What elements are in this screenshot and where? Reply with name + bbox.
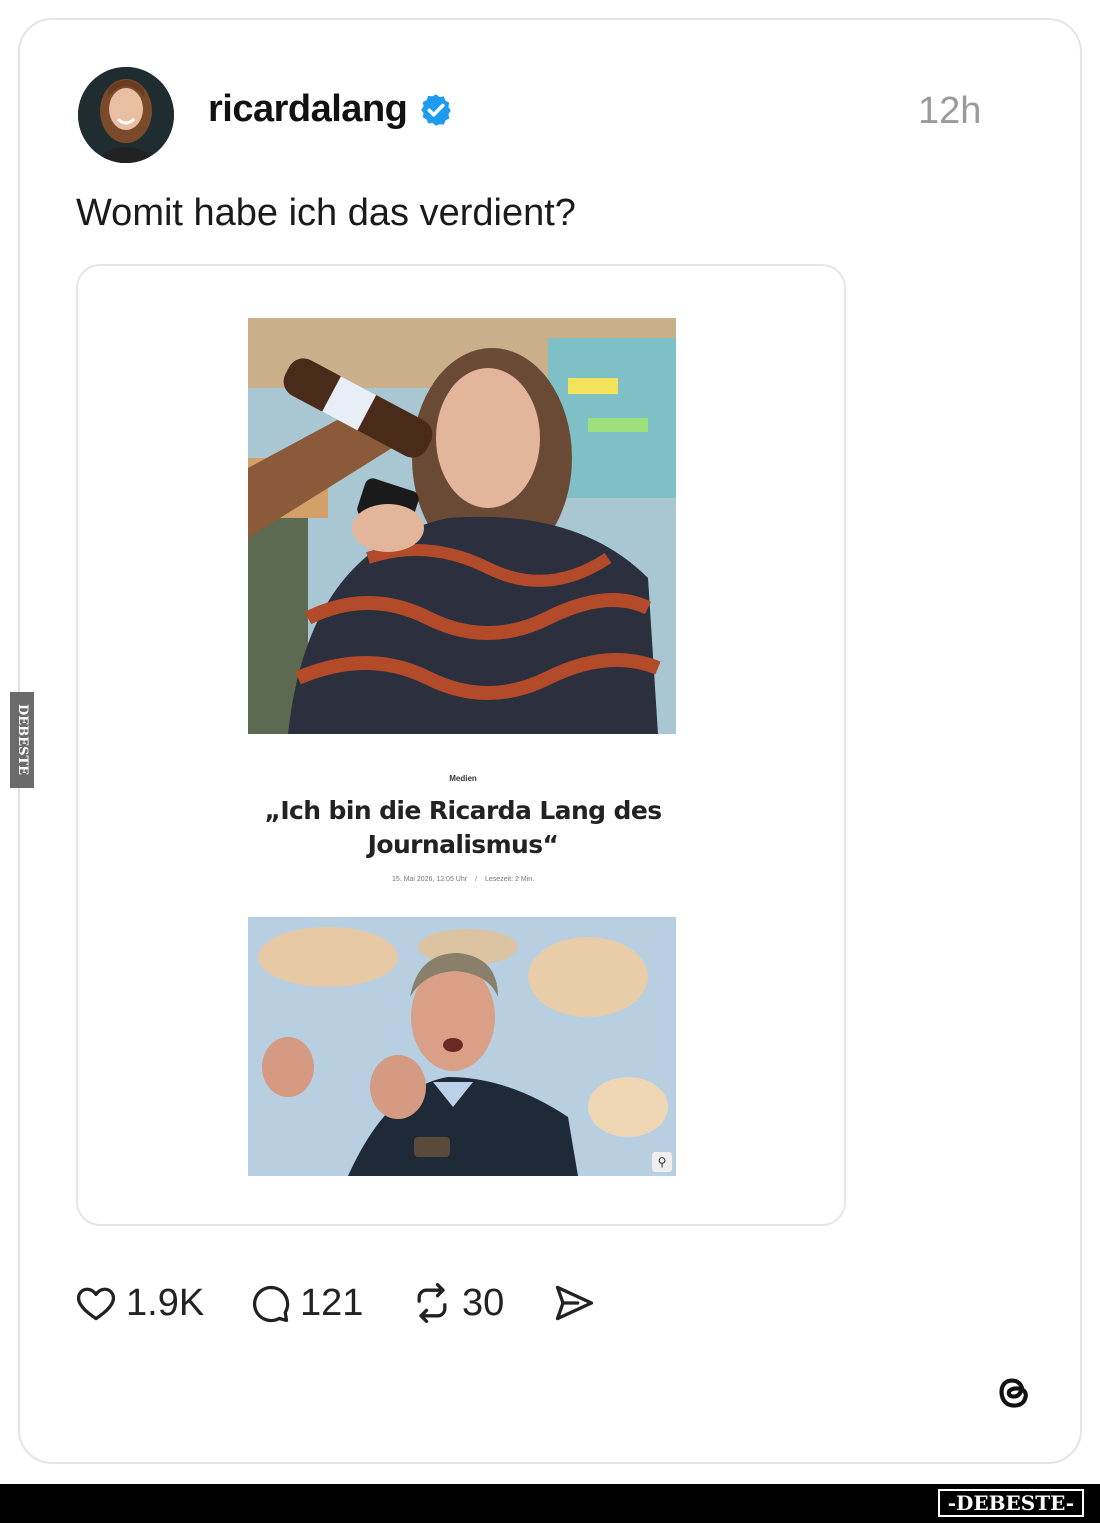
repost-count: 30 <box>462 1281 505 1324</box>
article-photo-woman-drinking <box>248 318 676 734</box>
article-meta: 15. Mai 2026, 12:05 Uhr / Lesezeit: 2 Min. <box>78 876 844 883</box>
article-date: 15. Mai 2026, 12:05 Uhr <box>391 876 468 883</box>
meta-separator: / <box>475 876 478 883</box>
username[interactable]: ricardalang <box>208 88 408 131</box>
heart-icon <box>76 1287 116 1321</box>
watermark-side: DEBESTE <box>10 692 34 788</box>
magnifier-icon[interactable]: ⚲ <box>652 1152 672 1172</box>
like-count: 1.9K <box>126 1281 205 1324</box>
repost-button[interactable]: 30 <box>410 1278 504 1328</box>
footer-bar: -DEBESTE- <box>0 1484 1100 1523</box>
watermark-logo: -DEBESTE- <box>937 1489 1084 1517</box>
post-card: ricardalang 12h Womit habe ich das verdi… <box>18 18 1082 1464</box>
avatar[interactable] <box>78 67 174 163</box>
repost-icon <box>417 1283 447 1323</box>
reply-button[interactable]: 121 <box>248 1278 363 1328</box>
article-headline: „Ich bin die Ricarda Lang des Journalism… <box>264 796 663 859</box>
reply-count: 121 <box>300 1281 364 1324</box>
send-icon <box>555 1285 594 1321</box>
like-button[interactable]: 1.9K <box>74 1278 204 1328</box>
article-kicker: Medien <box>449 774 477 783</box>
share-button[interactable] <box>552 1278 596 1328</box>
post-text: Womit habe ich das verdient? <box>76 192 576 234</box>
article-photo-man-gesturing: ⚲ <box>248 917 676 1176</box>
post-timestamp: 12h <box>918 90 982 132</box>
threads-logo-icon[interactable] <box>988 1367 1038 1417</box>
comment-bubble-icon <box>253 1285 290 1323</box>
attached-screenshot[interactable]: Medien „Ich bin die Ricarda Lang des Jou… <box>76 264 846 1226</box>
article-reading-time: Lesezeit: 2 Min. <box>485 876 535 883</box>
verified-badge-icon <box>421 94 451 126</box>
